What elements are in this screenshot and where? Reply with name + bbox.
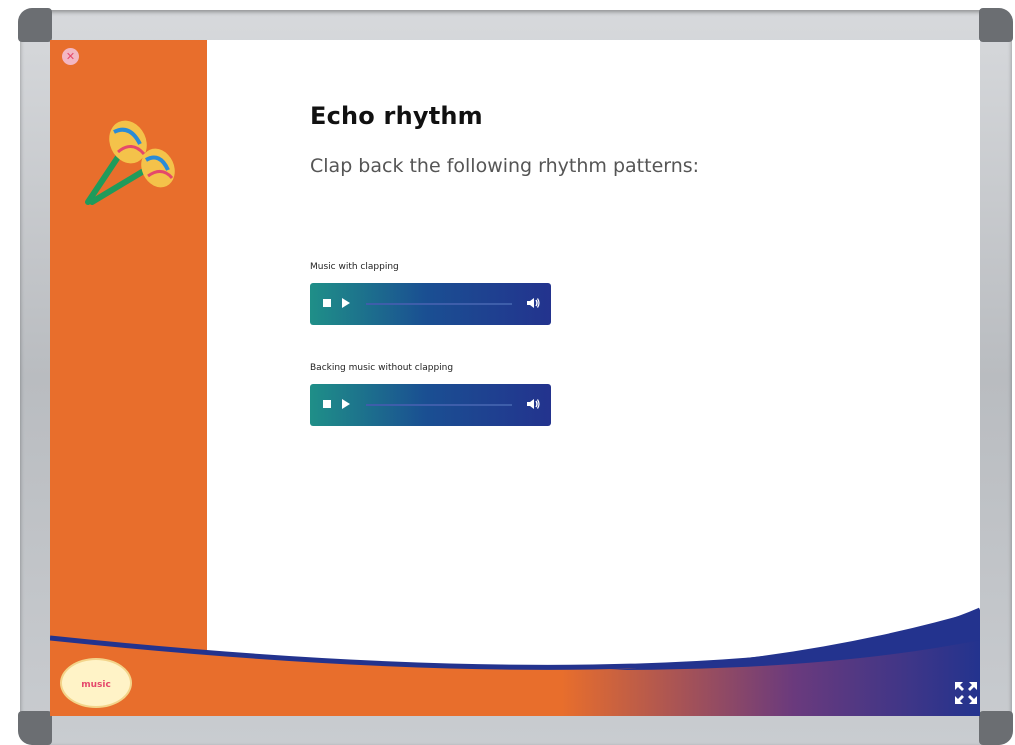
lesson-board: ✕ Echo rhythm Clap back the following rh… — [50, 40, 980, 716]
frame-corner — [979, 711, 1013, 745]
audio-player-with-clapping — [310, 283, 551, 325]
music-logo: music — [60, 658, 132, 708]
logo-text: music — [81, 680, 111, 690]
frame-corner — [979, 8, 1013, 42]
stop-icon[interactable] — [323, 400, 331, 408]
fullscreen-icon[interactable] — [953, 680, 979, 706]
instruction-text: Clap back the following rhythm patterns: — [310, 155, 700, 177]
close-icon[interactable]: ✕ — [62, 48, 79, 65]
frame-corner — [18, 711, 52, 745]
audio-label-with-clapping: Music with clapping — [310, 262, 399, 272]
bottom-wave-decoration — [50, 607, 980, 716]
play-icon[interactable] — [342, 298, 350, 308]
progress-track[interactable] — [366, 303, 512, 305]
volume-icon[interactable] — [526, 397, 540, 411]
volume-icon[interactable] — [526, 296, 540, 310]
frame-corner — [18, 8, 52, 42]
play-icon[interactable] — [342, 399, 350, 409]
audio-player-backing-music — [310, 384, 551, 426]
progress-track[interactable] — [366, 404, 512, 406]
stop-icon[interactable] — [323, 299, 331, 307]
maracas-icon — [85, 120, 175, 205]
page-title: Echo rhythm — [310, 102, 483, 130]
audio-label-backing-music: Backing music without clapping — [310, 363, 454, 373]
